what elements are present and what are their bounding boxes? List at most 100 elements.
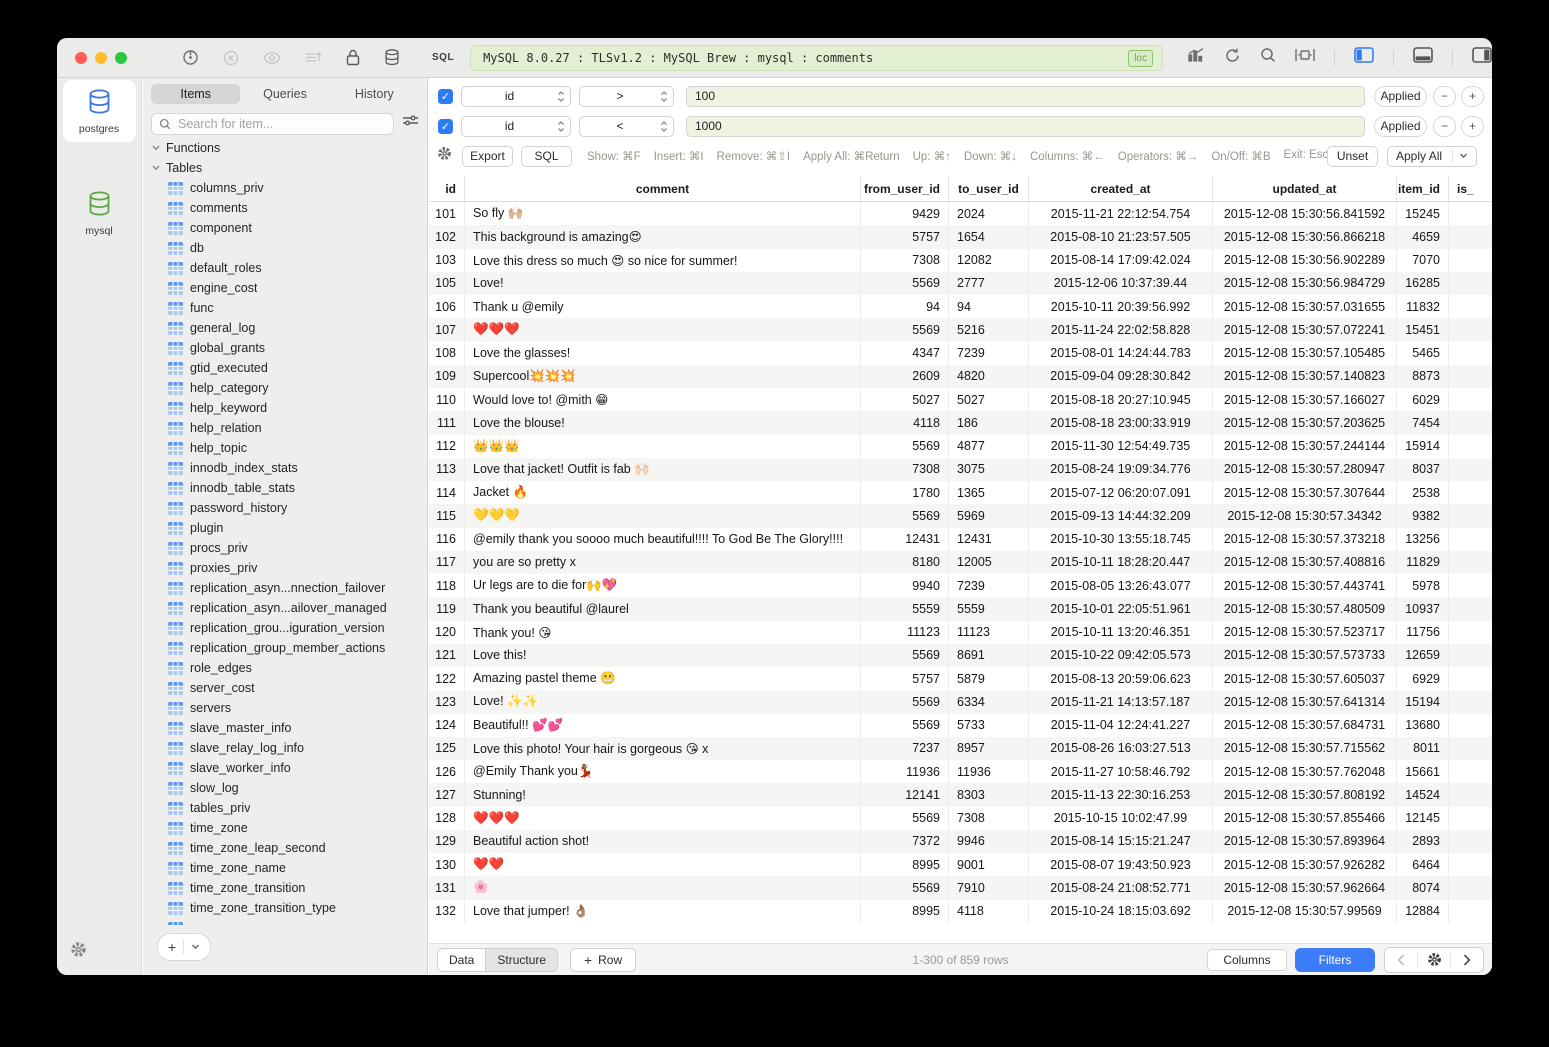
- column-header-item_id[interactable]: item_id: [1397, 176, 1449, 201]
- table-cell[interactable]: 124: [429, 714, 465, 737]
- toggle-left-sidebar-icon[interactable]: [1354, 47, 1374, 68]
- table-list-item[interactable]: help_topic: [143, 438, 427, 458]
- table-cell[interactable]: [1449, 481, 1492, 504]
- table-cell[interactable]: 118: [429, 574, 465, 597]
- table-cell[interactable]: 125: [429, 737, 465, 760]
- table-cell[interactable]: [1449, 504, 1492, 527]
- filter-value-input[interactable]: [686, 86, 1365, 107]
- table-cell[interactable]: 2015-12-08 15:30:57.855466: [1213, 807, 1397, 830]
- table-cell[interactable]: 129: [429, 830, 465, 853]
- export-button[interactable]: Export: [462, 146, 513, 167]
- table-list-item[interactable]: replication_asyn...nnection_failover: [143, 578, 427, 598]
- table-cell[interactable]: 117: [429, 551, 465, 574]
- table-cell[interactable]: 7454: [1397, 411, 1449, 434]
- table-cell[interactable]: [1449, 667, 1492, 690]
- table-cell[interactable]: 2024: [949, 202, 1029, 225]
- table-cell[interactable]: 2015-12-08 15:30:57.99569: [1213, 900, 1397, 923]
- table-cell[interactable]: 8873: [1397, 365, 1449, 388]
- table-cell[interactable]: 15451: [1397, 318, 1449, 341]
- table-cell[interactable]: 112: [429, 435, 465, 458]
- table-cell[interactable]: [1449, 411, 1492, 434]
- table-cell[interactable]: 2015-11-27 10:58:46.792: [1029, 760, 1213, 783]
- table-row[interactable]: 111Love the blouse!41181862015-08-18 23:…: [429, 411, 1492, 434]
- table-list-item[interactable]: help_keyword: [143, 398, 427, 418]
- table-cell[interactable]: 11936: [949, 760, 1029, 783]
- table-cell[interactable]: [1449, 295, 1492, 318]
- table-cell[interactable]: 186: [949, 411, 1029, 434]
- table-row[interactable]: 124Beautiful!! 💕💕556957332015-11-04 12:2…: [429, 714, 1492, 737]
- table-cell[interactable]: 1654: [949, 225, 1029, 248]
- table-cell[interactable]: 8011: [1397, 737, 1449, 760]
- table-cell[interactable]: 2015-08-07 19:43:50.923: [1029, 853, 1213, 876]
- table-list-item[interactable]: password_history: [143, 498, 427, 518]
- table-cell[interactable]: 6334: [949, 690, 1029, 713]
- table-cell[interactable]: 2015-08-26 16:03:27.513: [1029, 737, 1213, 760]
- table-cell[interactable]: 11829: [1397, 551, 1449, 574]
- table-cell[interactable]: [1449, 574, 1492, 597]
- table-row[interactable]: 112👑👑👑556948772015-11-30 12:54:49.735201…: [429, 435, 1492, 458]
- table-cell[interactable]: 5216: [949, 318, 1029, 341]
- table-cell[interactable]: 2015-11-24 22:02:58.828: [1029, 318, 1213, 341]
- table-cell[interactable]: 2015-12-08 15:30:57.573733: [1213, 644, 1397, 667]
- column-header-to_user_id[interactable]: to_user_id: [949, 176, 1029, 201]
- sql-editor-button[interactable]: SQL: [432, 52, 454, 63]
- table-cell[interactable]: 5978: [1397, 574, 1449, 597]
- filter-operator-select[interactable]: >: [579, 86, 674, 107]
- table-cell[interactable]: [1449, 202, 1492, 225]
- table-cell[interactable]: 2015-12-08 15:30:57.34342: [1213, 504, 1397, 527]
- connection-mysql[interactable]: mysql: [63, 182, 136, 244]
- table-cell[interactable]: 5559: [949, 597, 1029, 620]
- table-row[interactable]: 119Thank you beautiful @laurel5559555920…: [429, 597, 1492, 620]
- table-cell[interactable]: 113: [429, 458, 465, 481]
- settings-gear-icon[interactable]: [70, 941, 87, 963]
- fit-columns-icon[interactable]: [1295, 48, 1315, 67]
- column-header-updated_at[interactable]: updated_at: [1213, 176, 1397, 201]
- table-cell[interactable]: Stunning!: [465, 783, 861, 806]
- table-cell[interactable]: 128: [429, 807, 465, 830]
- table-list-item[interactable]: general_log: [143, 318, 427, 338]
- table-row[interactable]: 131🌸556979102015-08-24 21:08:52.7712015-…: [429, 876, 1492, 899]
- table-cell[interactable]: [1449, 551, 1492, 574]
- table-row[interactable]: 103Love this dress so much 😍 so nice for…: [429, 249, 1492, 272]
- table-row[interactable]: 114Jacket 🔥178013652015-07-12 06:20:07.0…: [429, 481, 1492, 504]
- table-cell[interactable]: 114: [429, 481, 465, 504]
- table-cell[interactable]: [1449, 644, 1492, 667]
- table-row[interactable]: 107❤️❤️❤️556952162015-11-24 22:02:58.828…: [429, 318, 1492, 341]
- table-cell[interactable]: 7308: [949, 807, 1029, 830]
- table-cell[interactable]: 2015-11-21 22:12:54.754: [1029, 202, 1213, 225]
- table-cell[interactable]: 2015-10-01 22:05:51.961: [1029, 597, 1213, 620]
- table-list-item[interactable]: innodb_table_stats: [143, 478, 427, 498]
- table-cell[interactable]: 115: [429, 504, 465, 527]
- table-cell[interactable]: 106: [429, 295, 465, 318]
- table-cell[interactable]: 2609: [861, 365, 949, 388]
- table-cell[interactable]: [1449, 714, 1492, 737]
- import-list-icon[interactable]: [305, 50, 322, 65]
- table-cell[interactable]: [1449, 807, 1492, 830]
- filter-items-icon[interactable]: [402, 115, 419, 134]
- table-list-item[interactable]: slow_log: [143, 778, 427, 798]
- table-cell[interactable]: 2015-12-08 15:30:57.031655: [1213, 295, 1397, 318]
- table-cell[interactable]: Love this dress so much 😍 so nice for su…: [465, 249, 861, 272]
- table-cell[interactable]: 2015-12-08 15:30:57.166027: [1213, 388, 1397, 411]
- table-cell[interactable]: 120: [429, 621, 465, 644]
- table-cell[interactable]: [1449, 783, 1492, 806]
- table-cell[interactable]: you are so pretty x: [465, 551, 861, 574]
- table-cell[interactable]: [1449, 365, 1492, 388]
- table-cell[interactable]: 2015-12-08 15:30:57.203625: [1213, 411, 1397, 434]
- table-cell[interactable]: 11123: [861, 621, 949, 644]
- table-cell[interactable]: 8995: [861, 900, 949, 923]
- table-cell[interactable]: 6029: [1397, 388, 1449, 411]
- table-cell[interactable]: Beautiful!! 💕💕: [465, 714, 861, 737]
- table-cell[interactable]: 4659: [1397, 225, 1449, 248]
- table-cell[interactable]: [1449, 458, 1492, 481]
- table-cell[interactable]: 131: [429, 876, 465, 899]
- table-cell[interactable]: [1449, 388, 1492, 411]
- table-cell[interactable]: 5569: [861, 714, 949, 737]
- table-cell[interactable]: 2015-12-08 15:30:57.480509: [1213, 597, 1397, 620]
- table-settings-gear-icon[interactable]: [1418, 948, 1450, 972]
- table-cell[interactable]: Love that jacket! Outfit is fab 🙌🏻: [465, 458, 861, 481]
- table-list-item[interactable]: time_zone_leap_second: [143, 838, 427, 858]
- table-cell[interactable]: 10937: [1397, 597, 1449, 620]
- table-cell[interactable]: Love! ✨✨: [465, 690, 861, 713]
- table-list-item[interactable]: user: [143, 918, 427, 925]
